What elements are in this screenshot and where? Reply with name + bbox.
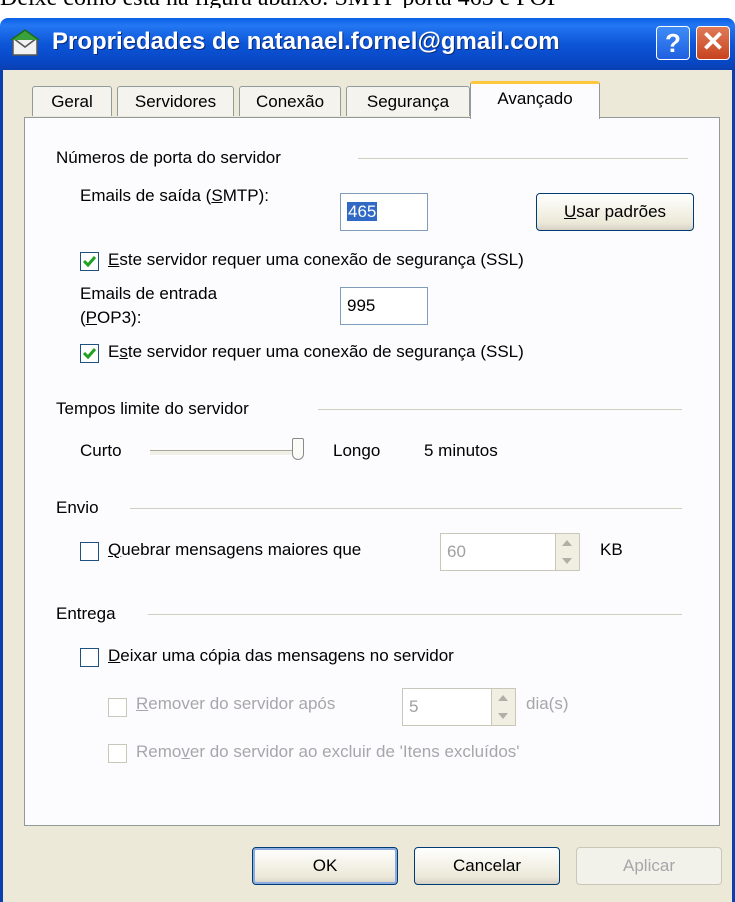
break-size-value: 60	[447, 542, 466, 561]
use-defaults-button[interactable]: Usar padrões	[536, 193, 694, 231]
checkmark-icon	[82, 256, 97, 268]
break-size-spinner[interactable]	[555, 534, 579, 570]
tab-conexao[interactable]: Conexão	[239, 86, 341, 116]
remove-after-label: Remover do servidor após	[136, 694, 336, 713]
checkmark-icon	[82, 348, 97, 360]
break-size-input[interactable]: 60	[440, 533, 580, 571]
spin-up-icon[interactable]	[556, 534, 578, 552]
pop3-port-value: 995	[347, 296, 376, 315]
delivery-group-divider	[148, 614, 682, 615]
pop3-ssl-checkbox[interactable]	[80, 344, 99, 363]
break-messages-label: Quebrar mensagens maiores que	[108, 540, 362, 559]
ports-group-divider	[358, 158, 688, 159]
spin-up-icon[interactable]	[492, 689, 514, 707]
ok-button[interactable]: OK	[252, 847, 398, 885]
remove-after-input[interactable]: 5	[402, 688, 516, 726]
tab-geral[interactable]: Geral	[32, 86, 112, 116]
pop3-port-input[interactable]: 995	[340, 287, 428, 325]
apply-button[interactable]: Aplicar	[576, 847, 722, 885]
pop3-port-label-line1: Emails de entrada	[80, 284, 218, 303]
window-titlebar[interactable]: Propriedades de natanael.fornel@gmail.co…	[0, 18, 735, 70]
help-button[interactable]: ?	[656, 26, 690, 60]
tab-seguranca[interactable]: Segurança	[346, 86, 470, 116]
cancel-button[interactable]: Cancelar	[414, 847, 560, 885]
smtp-port-value: 465	[347, 202, 378, 221]
break-size-unit: KB	[600, 540, 623, 559]
spin-down-icon[interactable]	[492, 707, 514, 725]
sending-group-divider	[130, 508, 682, 509]
page-caption: Deixe como está na figura abaixo: SMTP p…	[0, 0, 735, 8]
smtp-ssl-checkbox[interactable]	[80, 252, 99, 271]
remove-after-spinner[interactable]	[491, 689, 515, 725]
timeout-value: 5 minutos	[424, 441, 498, 460]
sending-group-label: Envio	[56, 498, 99, 517]
remove-on-delete-checkbox[interactable]	[108, 744, 127, 763]
account-properties-icon	[10, 29, 42, 59]
pop3-port-label-line2: (POP3):	[80, 308, 142, 327]
pop3-ssl-label: Este servidor requer uma conexão de segu…	[108, 342, 524, 361]
leave-copy-label: Deixar uma cópia das mensagens no servid…	[108, 646, 454, 665]
remove-after-value: 5	[409, 697, 419, 716]
window-title: Propriedades de natanael.fornel@gmail.co…	[52, 28, 560, 55]
smtp-ssl-label: Este servidor requer uma conexão de segu…	[108, 250, 524, 269]
delivery-group-label: Entrega	[56, 604, 116, 623]
smtp-port-label: Emails de saída (SMTP):	[80, 186, 269, 205]
tab-avancado[interactable]: Avançado	[470, 81, 600, 119]
ports-group-label: Números de porta do servidor	[56, 148, 281, 167]
spin-down-icon[interactable]	[556, 552, 578, 570]
timeout-slider-thumb[interactable]	[292, 438, 304, 460]
timeout-long-label: Longo	[333, 441, 381, 460]
remove-after-checkbox[interactable]	[108, 698, 127, 717]
close-button[interactable]: ✕	[696, 26, 730, 60]
remove-after-unit: dia(s)	[526, 694, 569, 713]
break-messages-checkbox[interactable]	[80, 542, 99, 561]
smtp-port-input[interactable]: 465	[340, 193, 428, 231]
timeout-slider-track[interactable]	[150, 450, 302, 456]
remove-on-delete-label: Remover do servidor ao excluir de 'Itens…	[136, 742, 520, 761]
timeouts-group-divider	[318, 409, 682, 410]
leave-copy-checkbox[interactable]	[80, 648, 99, 667]
tab-servidores[interactable]: Servidores	[117, 86, 234, 116]
timeouts-group-label: Tempos limite do servidor	[56, 399, 249, 418]
timeout-short-label: Curto	[80, 441, 122, 460]
